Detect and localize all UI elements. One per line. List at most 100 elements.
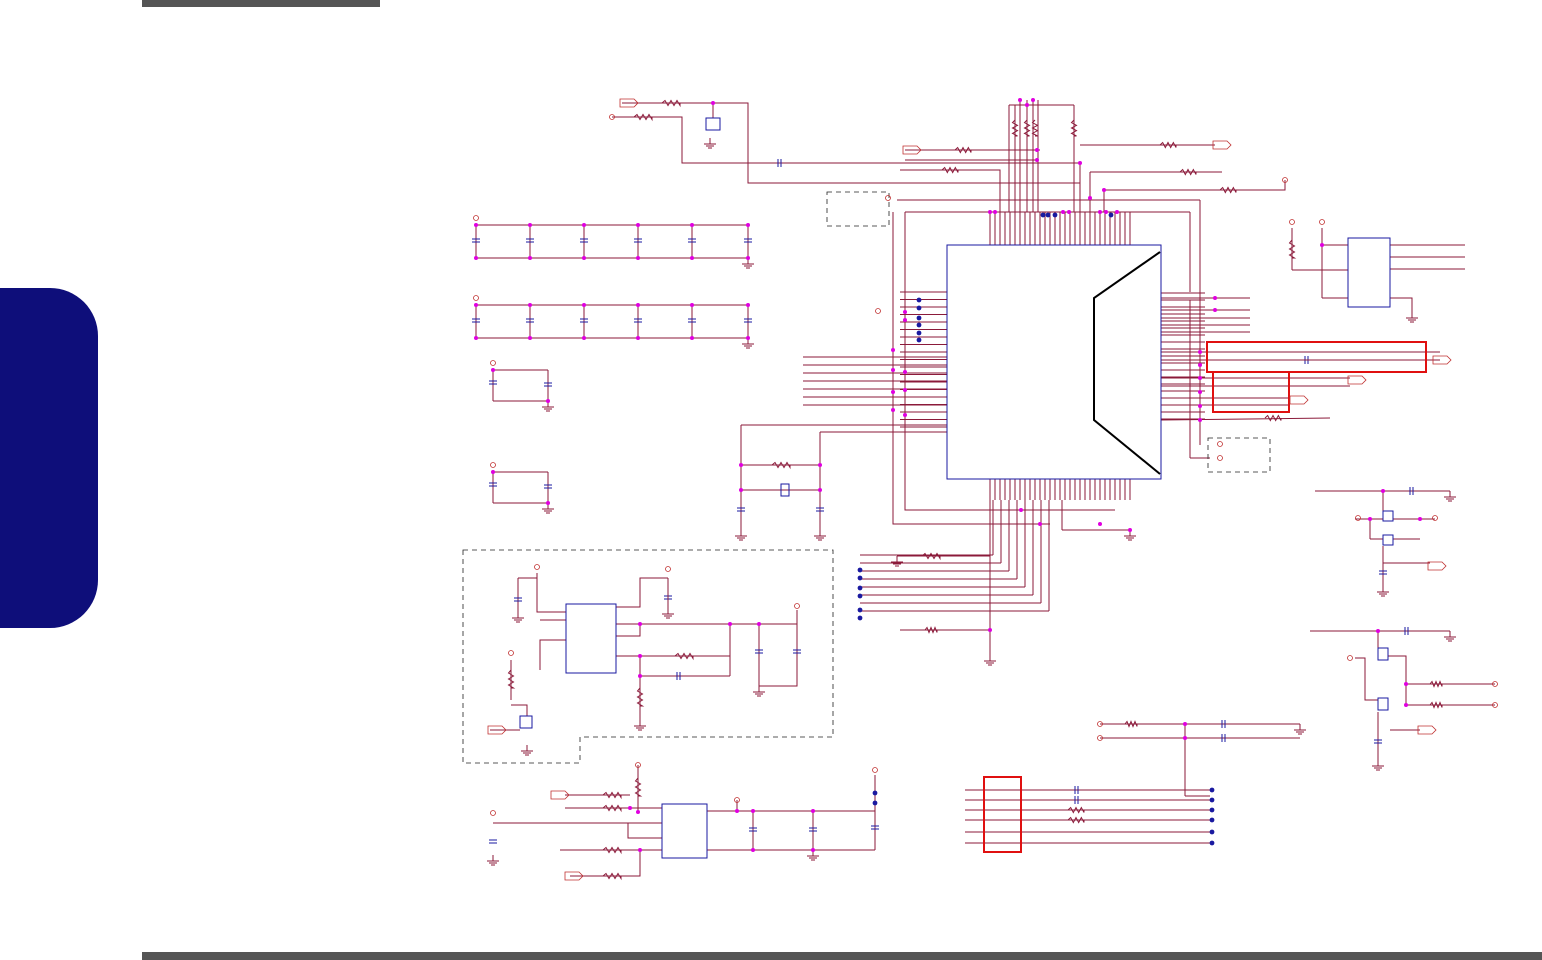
junction-dot — [636, 223, 640, 227]
junction-dot — [811, 809, 815, 813]
mosfet — [1382, 510, 1394, 522]
junction-dot — [638, 848, 642, 852]
wire — [904, 290, 1115, 511]
component-outlines — [519, 117, 1394, 859]
power-port — [872, 767, 878, 773]
port-arrow — [1289, 395, 1309, 405]
junction-dot — [1061, 210, 1065, 214]
junction-dot — [636, 336, 640, 340]
junction-dot — [857, 607, 863, 613]
junction-dot — [474, 256, 478, 260]
wire — [1031, 119, 1039, 137]
junction-dot — [1031, 98, 1035, 102]
junction-dot — [916, 330, 922, 336]
power-port — [1217, 441, 1223, 447]
wire — [616, 624, 641, 637]
wire — [511, 704, 528, 716]
junction-dot — [1209, 787, 1215, 793]
power-port — [490, 360, 496, 366]
junction-dot — [1209, 829, 1215, 835]
junction-dot — [528, 223, 532, 227]
junction-dot — [1209, 797, 1215, 803]
junction-dot — [1128, 528, 1132, 532]
power-port — [490, 810, 496, 816]
junction-dot — [1376, 629, 1380, 633]
junction-dot — [1045, 212, 1051, 218]
junction-dot — [528, 256, 532, 260]
junction-dot — [1108, 212, 1114, 218]
junction-dot — [1052, 212, 1058, 218]
junction-dot — [1183, 736, 1187, 740]
power-port — [473, 215, 479, 221]
wire — [612, 116, 1080, 164]
junction-dot — [746, 336, 750, 340]
highlight-box — [983, 776, 1022, 853]
junction-dot — [582, 223, 586, 227]
junction-dot — [988, 628, 992, 632]
power-port — [1347, 655, 1353, 661]
buffer-ic — [661, 803, 708, 859]
wire — [1390, 297, 1413, 312]
junction-dot — [1038, 522, 1042, 526]
junction-dot — [1088, 196, 1092, 200]
ic-bevel — [1093, 251, 1161, 475]
junction-dot — [739, 488, 743, 492]
junction-dot — [491, 470, 495, 474]
power-port — [794, 603, 800, 609]
junction-dot — [916, 337, 922, 343]
junction-dot — [916, 315, 922, 321]
junction-dot — [638, 654, 642, 658]
wire — [1388, 655, 1495, 706]
power-port — [875, 308, 881, 314]
junction-dot — [811, 848, 815, 852]
junction-dot — [988, 210, 992, 214]
main-ic — [946, 244, 1162, 480]
wire — [539, 639, 566, 670]
wires — [472, 99, 1495, 881]
junction-dot — [857, 575, 863, 581]
junction-dot — [891, 368, 895, 372]
small-ic — [1347, 237, 1391, 308]
wire — [622, 102, 1080, 184]
junction-dot — [528, 336, 532, 340]
power-port — [885, 195, 891, 201]
power-port — [1217, 455, 1223, 461]
junction-dot — [872, 800, 878, 806]
schematic-diagram — [462, 98, 1498, 881]
junction-dot — [1104, 210, 1108, 214]
junction-dot — [1198, 350, 1202, 354]
junction-dot — [1209, 817, 1215, 823]
junction-dot — [546, 399, 550, 403]
junction-dot — [857, 585, 863, 591]
junction-dot — [751, 809, 755, 813]
junction-dot — [1320, 243, 1324, 247]
highlight-box — [1206, 341, 1427, 373]
junction-dot — [891, 348, 895, 352]
junction-dot — [1115, 210, 1119, 214]
power-port — [1432, 515, 1438, 521]
junction-dot — [903, 370, 907, 374]
junction-dot — [1404, 703, 1408, 707]
junction-dot — [818, 488, 822, 492]
junction-dot — [735, 809, 739, 813]
junction-dot — [818, 463, 822, 467]
junction-dot — [1019, 508, 1023, 512]
junction-dot — [582, 256, 586, 260]
power-port — [1319, 219, 1325, 225]
junction-dots — [474, 98, 1422, 852]
junction-dot — [1198, 376, 1202, 380]
power-ports — [473, 98, 1498, 881]
junction-dot — [891, 408, 895, 412]
junction-dot — [1213, 296, 1217, 300]
junction-dot — [690, 336, 694, 340]
power-port — [1355, 515, 1361, 521]
dashed-region — [826, 191, 890, 227]
junction-dot — [872, 790, 878, 796]
junction-dot — [1078, 161, 1082, 165]
port-arrow — [1347, 375, 1367, 385]
mosfet — [1382, 534, 1394, 546]
wire — [892, 212, 1050, 525]
junction-dot — [916, 297, 922, 303]
junction-dot — [474, 223, 478, 227]
junction-dot — [690, 256, 694, 260]
